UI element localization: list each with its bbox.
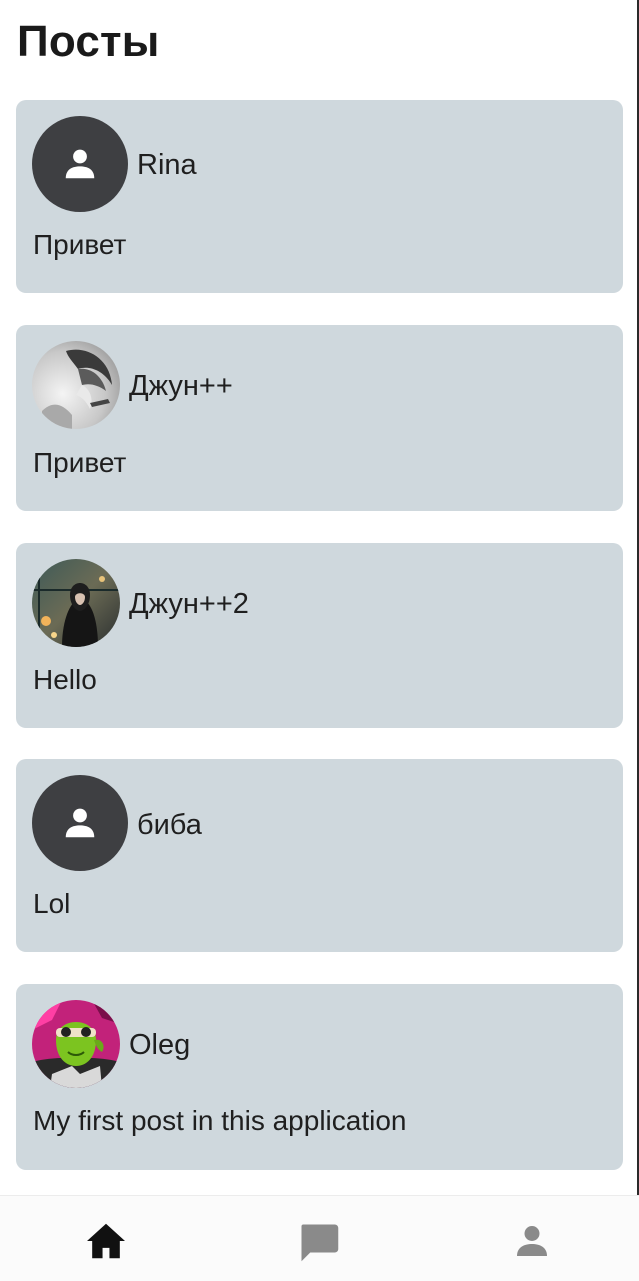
post-card[interactable]: Джун++ Привет	[16, 325, 623, 511]
post-text: Привет	[33, 447, 127, 478]
avatar[interactable]	[32, 559, 120, 647]
post-card[interactable]: Rina Привет	[16, 100, 623, 293]
home-icon	[87, 1223, 125, 1259]
profile-icon	[517, 1226, 547, 1256]
nav-home-button[interactable]	[0, 1196, 213, 1281]
post-card[interactable]: Oleg My first post in this application	[16, 984, 623, 1170]
post-text: Привет	[33, 229, 127, 260]
nav-chat-button[interactable]	[213, 1196, 426, 1281]
avatar-photo-image	[32, 341, 120, 429]
avatar[interactable]	[32, 1000, 120, 1088]
post-card[interactable]: биба Lol	[16, 759, 623, 952]
post-text: Lol	[33, 888, 71, 919]
chat-icon	[301, 1224, 339, 1262]
post-author[interactable]: Oleg	[129, 1028, 190, 1062]
page-title: Посты	[17, 17, 160, 66]
person-icon	[65, 149, 95, 179]
person-icon	[65, 808, 95, 838]
avatar-photo-image	[32, 559, 120, 647]
avatar-photo-image	[32, 1000, 120, 1088]
post-text: Hello	[33, 664, 97, 695]
post-author[interactable]: Джун++	[129, 369, 233, 403]
avatar[interactable]	[32, 775, 128, 871]
post-author[interactable]: биба	[137, 808, 202, 842]
post-card[interactable]: Джун++2 Hello	[16, 543, 623, 728]
bottom-navigation	[0, 1195, 639, 1281]
nav-profile-button[interactable]	[426, 1196, 639, 1281]
avatar[interactable]	[32, 341, 120, 429]
post-author[interactable]: Rina	[137, 148, 197, 182]
post-text: My first post in this application	[33, 1105, 407, 1136]
avatar[interactable]	[32, 116, 128, 212]
post-author[interactable]: Джун++2	[129, 587, 249, 621]
